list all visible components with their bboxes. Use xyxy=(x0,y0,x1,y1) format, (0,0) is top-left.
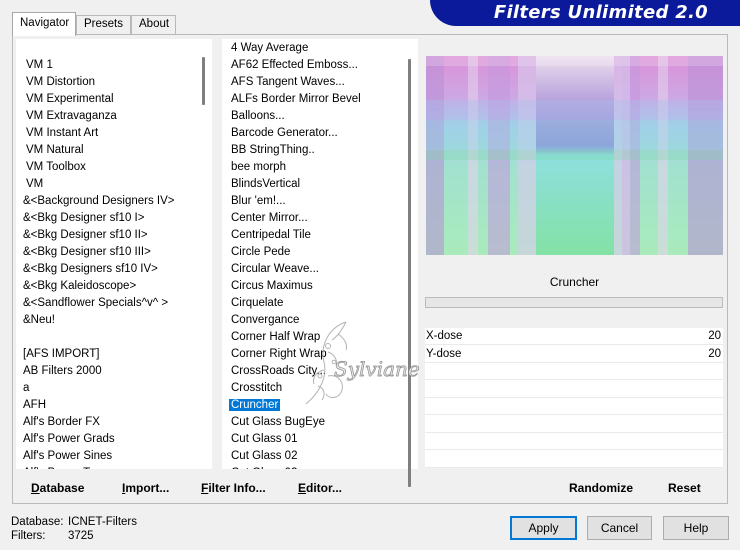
filters-count-info: Filters: 3725 xyxy=(11,530,94,542)
filter-item[interactable]: BB StringThing.. xyxy=(231,142,315,159)
filter-item[interactable]: Cruncher xyxy=(229,397,281,414)
category-item[interactable]: Alf's Power Toys xyxy=(23,465,107,469)
filter-item[interactable]: Crosstitch xyxy=(231,380,282,397)
filter-scroll-thumb[interactable] xyxy=(408,59,411,487)
filter-item[interactable]: Cut Glass BugEye xyxy=(231,414,325,431)
filter-item[interactable]: bee morph xyxy=(231,159,286,176)
filter-item[interactable]: Blur 'em!... xyxy=(231,193,286,210)
filter-item[interactable]: Corner Right Wrap xyxy=(231,346,327,363)
category-scrollbar[interactable] xyxy=(196,39,212,469)
category-item[interactable]: Alf's Power Sines xyxy=(23,448,112,465)
category-item[interactable]: &Neu! xyxy=(23,312,55,329)
filter-item[interactable]: Circular Weave... xyxy=(231,261,319,278)
database-info-label: Database: xyxy=(11,516,64,528)
filters-count-value: 3725 xyxy=(68,530,94,542)
apply-button[interactable]: Apply xyxy=(510,516,577,540)
filter-preview-image xyxy=(426,56,723,255)
filter-item[interactable]: Center Mirror... xyxy=(231,210,308,227)
filter-item[interactable]: Convergance xyxy=(231,312,299,329)
parameter-value[interactable]: 20 xyxy=(708,346,721,363)
category-item[interactable]: VM Toolbox xyxy=(26,159,86,176)
category-item[interactable]: a xyxy=(23,380,29,397)
filter-item[interactable]: Circle Pede xyxy=(231,244,290,261)
editor-button[interactable]: Editor... xyxy=(298,478,342,498)
filter-item[interactable]: Cut Glass 01 xyxy=(231,431,297,448)
parameter-row xyxy=(425,363,723,380)
filter-scrollbar[interactable] xyxy=(402,39,418,487)
filter-item[interactable]: CrossRoads City... xyxy=(231,363,326,380)
category-item[interactable]: AB Filters 2000 xyxy=(23,363,102,380)
filters-count-label: Filters: xyxy=(11,530,46,542)
category-item[interactable]: AFH xyxy=(23,397,46,414)
filter-item[interactable]: Circus Maximus xyxy=(231,278,313,295)
category-item[interactable]: VM Instant Art xyxy=(26,125,98,142)
category-item[interactable]: &<Bkg Designers sf10 IV> xyxy=(23,261,158,278)
import-button[interactable]: Import... xyxy=(122,478,169,498)
parameter-row xyxy=(425,398,723,415)
filter-list[interactable]: 4 Way Average AF62 Effected Emboss... AFS … xyxy=(222,39,402,469)
parameter-row xyxy=(425,433,723,450)
help-button[interactable]: Help xyxy=(663,516,729,540)
parameter-name: X-dose xyxy=(426,330,463,342)
parameter-list: X-dose 20 Y-dose 20 xyxy=(425,328,723,468)
filter-item[interactable]: Cirquelate xyxy=(231,295,283,312)
banner-title: Filters Unlimited 2.0 xyxy=(493,2,708,23)
category-item[interactable]: VM xyxy=(26,176,43,193)
category-item[interactable]: &<Bkg Designer sf10 I> xyxy=(23,210,144,227)
reset-button[interactable]: Reset xyxy=(668,478,701,498)
category-item[interactable]: &<Bkg Designer sf10 II> xyxy=(23,227,148,244)
category-item[interactable]: [AFS IMPORT] xyxy=(23,346,99,363)
category-item[interactable]: VM Experimental xyxy=(26,91,114,108)
parameter-name: Y-dose xyxy=(426,347,462,360)
progress-bar xyxy=(425,297,723,308)
filter-item[interactable]: 4 Way Average xyxy=(231,40,308,57)
category-item[interactable]: &<Sandflower Specials^v^ > xyxy=(23,295,168,312)
parameter-row: Y-dose 20 xyxy=(425,346,723,363)
category-item[interactable]: VM Extravaganza xyxy=(26,108,117,125)
category-item[interactable]: VM Natural xyxy=(26,142,84,159)
filter-info-button[interactable]: Filter Info... xyxy=(201,478,266,498)
parameter-row: X-dose 20 xyxy=(425,328,723,345)
parameter-row xyxy=(425,416,723,433)
parameter-row xyxy=(425,381,723,398)
database-button[interactable]: Database xyxy=(31,478,84,498)
tab-about[interactable]: About xyxy=(131,15,176,35)
selected-filter-title: Cruncher xyxy=(549,275,600,289)
tab-navigator[interactable]: Navigator xyxy=(12,12,76,36)
filter-item[interactable]: Corner Half Wrap xyxy=(231,329,320,346)
category-scroll-thumb[interactable] xyxy=(202,57,205,105)
category-item[interactable]: Alf's Border FX xyxy=(23,414,100,431)
category-item[interactable]: VM 1 xyxy=(26,57,53,74)
filter-item[interactable]: ALFs Border Mirror Bevel xyxy=(231,91,361,108)
database-info: Database: ICNET-Filters xyxy=(11,516,137,528)
category-list[interactable]: VM 1 VM Distortion VM Experimental VM Extra… xyxy=(16,39,196,469)
filter-item[interactable]: AF62 Effected Emboss... xyxy=(231,57,358,74)
tab-presets[interactable]: Presets xyxy=(76,15,131,35)
category-item[interactable]: &<Background Designers IV> xyxy=(23,193,175,210)
randomize-button[interactable]: Randomize xyxy=(569,478,633,498)
category-item[interactable]: &<Bkg Kaleidoscope> xyxy=(23,278,136,295)
filter-item[interactable]: Cut Glass 02 xyxy=(231,448,297,465)
category-item[interactable]: Alf's Power Grads xyxy=(23,431,115,448)
filter-item[interactable]: AFS Tangent Waves... xyxy=(231,74,345,91)
category-item[interactable]: &<Bkg Designer sf10 III> xyxy=(23,244,151,261)
filter-item[interactable]: Centripedal Tile xyxy=(231,227,311,244)
filter-item[interactable]: BlindsVertical xyxy=(231,176,300,193)
parameter-row xyxy=(425,451,723,468)
cancel-button[interactable]: Cancel xyxy=(587,516,652,540)
title-banner: Filters Unlimited 2.0 xyxy=(430,0,740,26)
parameter-value[interactable]: 20 xyxy=(708,328,721,345)
filter-item[interactable]: Balloons... xyxy=(231,108,285,125)
filter-item[interactable]: Barcode Generator... xyxy=(231,125,338,142)
category-item[interactable]: VM Distortion xyxy=(26,74,95,91)
filter-item[interactable]: Cut Glass 03 xyxy=(231,465,297,469)
database-info-value: ICNET-Filters xyxy=(68,516,137,528)
